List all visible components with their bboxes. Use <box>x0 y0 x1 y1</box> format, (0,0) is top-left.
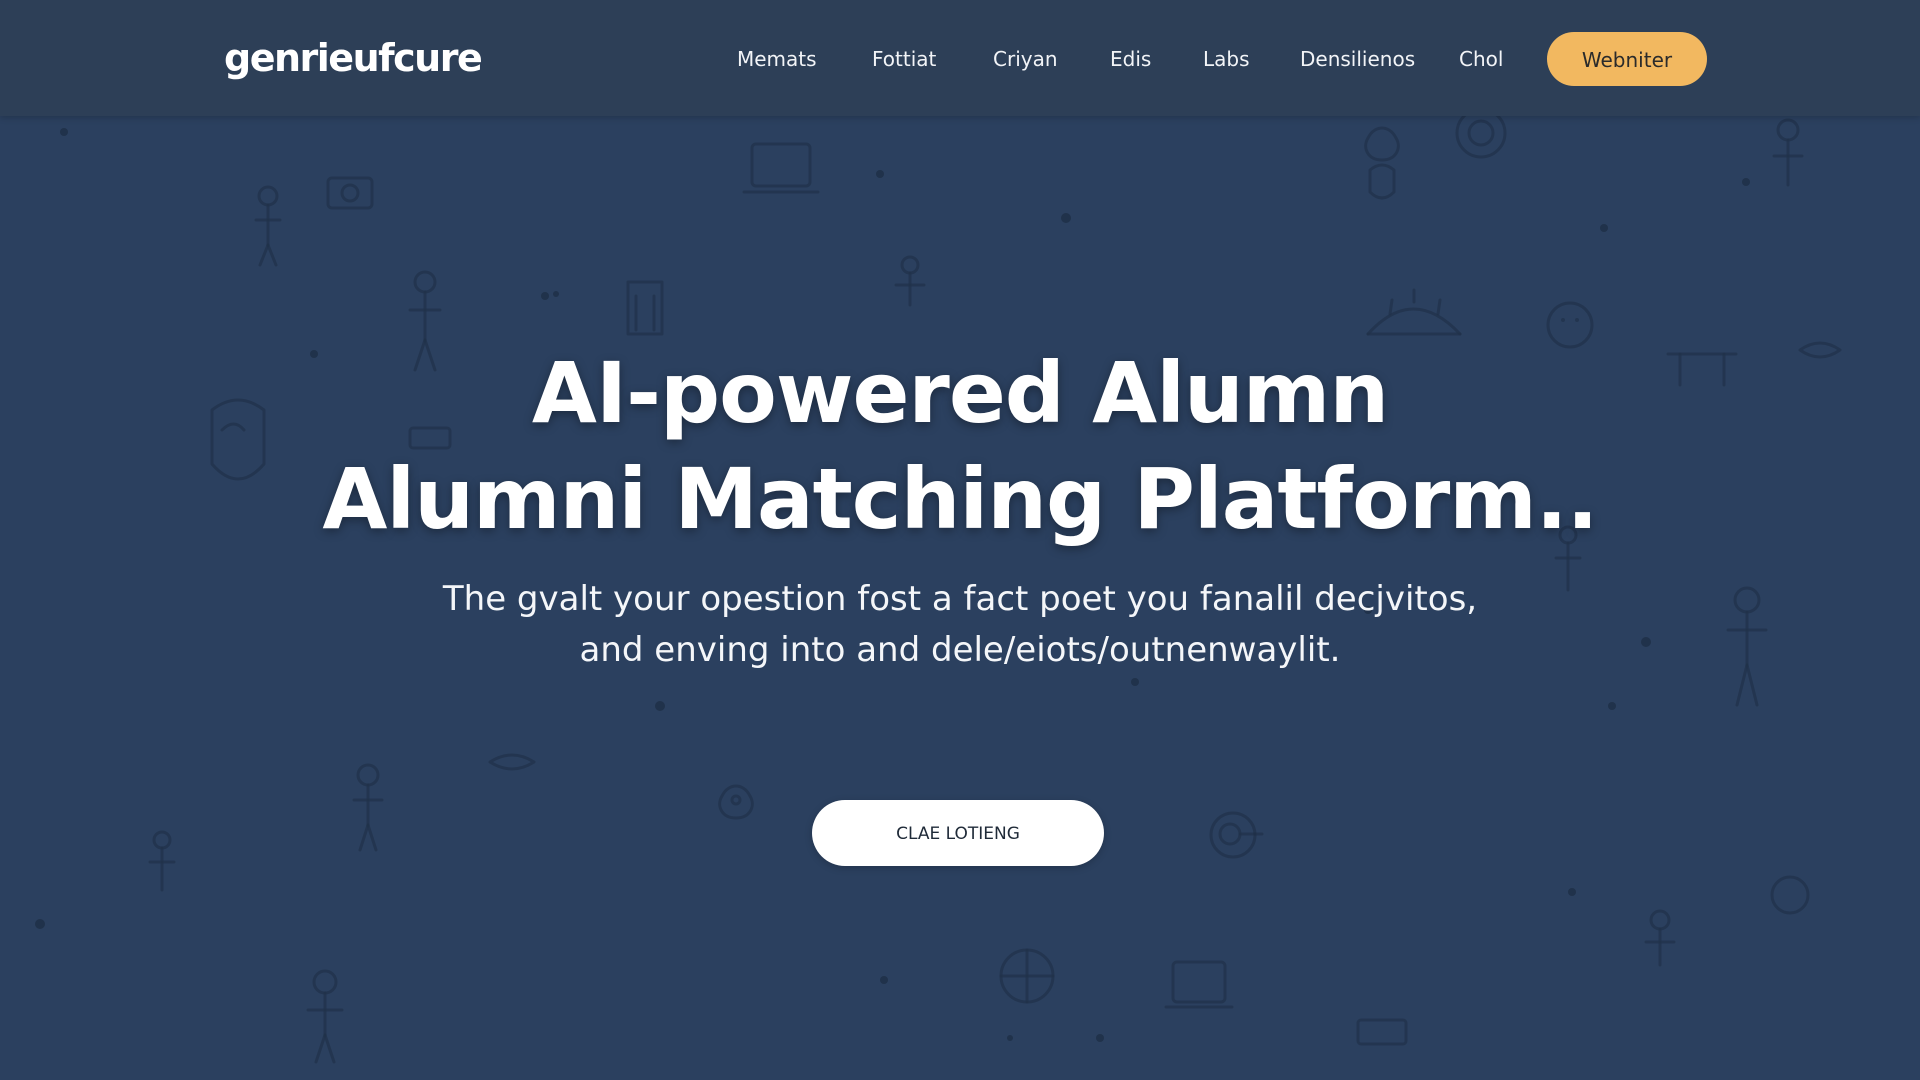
nav-link-memats[interactable]: Memats <box>737 34 817 84</box>
hero-title: AI-powered Alumn Alumni Matching Platfor… <box>160 340 1760 552</box>
fish-doodle <box>1798 341 1842 359</box>
smiley-doodle <box>1770 875 1810 915</box>
hero-cta-button[interactable]: CLAE LOTIENG <box>812 800 1104 866</box>
hero-subtitle-line-2: and enving into and dele/eiots/outnenway… <box>579 630 1341 670</box>
nav-link-edis[interactable]: Edis <box>1110 34 1151 84</box>
person-doodle <box>894 255 926 307</box>
webinar-button[interactable]: Webniter <box>1547 32 1707 86</box>
person-doodle <box>254 185 282 267</box>
location-pin-doodle <box>718 784 754 820</box>
person-doodle <box>1726 586 1768 707</box>
graduation-cap-doodle <box>626 280 664 336</box>
globe-doodle <box>999 948 1055 1004</box>
nav-link-labs[interactable]: Labs <box>1203 34 1250 84</box>
globe-doodle <box>1455 107 1507 159</box>
hero-title-line-2: Alumni Matching Platform.. <box>322 450 1598 548</box>
nav-link-criyan[interactable]: Criyan <box>993 34 1058 84</box>
laptop-doodle <box>1164 960 1234 1009</box>
nav-link-fottiat[interactable]: Fottiat <box>872 34 936 84</box>
chat-bubble-doodle <box>1368 163 1396 200</box>
hero-subtitle: The gvalt your opestion fost a fact poet… <box>360 574 1560 676</box>
hero-title-line-1: AI-powered Alumn <box>531 344 1389 442</box>
fish-doodle <box>488 753 536 771</box>
person-doodle <box>1644 909 1676 967</box>
person-doodle <box>148 830 176 892</box>
hero-subtitle-line-1: The gvalt your opestion fost a fact poet… <box>442 579 1478 619</box>
camera-doodle <box>326 176 374 210</box>
laptop-doodle <box>1356 1018 1408 1046</box>
landing-page: genrieufcure Memats Fottiat Criyan Edis … <box>0 0 1920 1080</box>
person-doodle <box>1772 118 1804 187</box>
nav-link-chol[interactable]: Chol <box>1459 34 1503 84</box>
location-pin-doodle <box>1364 126 1400 162</box>
top-navigation-bar: genrieufcure Memats Fottiat Criyan Edis … <box>0 0 1920 116</box>
person-doodle <box>306 969 344 1064</box>
laptop-doodle <box>742 142 820 194</box>
nav-link-densilienos[interactable]: Densilienos <box>1300 34 1415 84</box>
graduation-cap-doodle <box>1366 288 1462 336</box>
person-doodle <box>352 763 384 852</box>
